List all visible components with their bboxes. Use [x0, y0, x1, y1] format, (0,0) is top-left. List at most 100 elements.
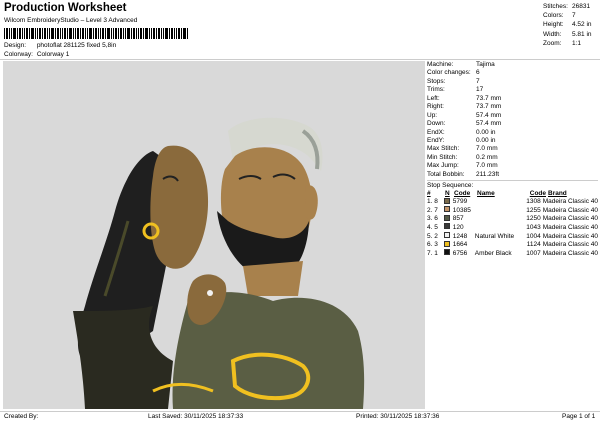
machine-value: Tajima	[476, 61, 495, 68]
machine-row: Max Stitch: 7.0 mm	[427, 145, 598, 153]
machine-value: 7	[476, 77, 480, 85]
colorway-label: Colorway:	[4, 51, 33, 58]
machine-row: Min Stitch: 0.2 mm	[427, 154, 598, 162]
thread-code: 10385	[452, 206, 471, 214]
colorway-row: Colorway: Colorway 1	[4, 51, 69, 58]
embroidery-artwork	[73, 117, 365, 409]
stitch-count: 1308	[526, 198, 541, 206]
machine-row: EndX: 0.00 in	[427, 129, 598, 137]
design-label: Design:	[4, 42, 27, 49]
stat-stitches: Stitches: 26831	[543, 2, 598, 11]
machine-row: Max Jump: 7.0 mm	[427, 162, 598, 170]
machine-label: Trims:	[427, 86, 445, 94]
machine-label: EndX:	[427, 128, 445, 136]
header-number: #	[427, 190, 431, 198]
stop-index: 3. 6	[427, 215, 438, 223]
stat-label: Zoom:	[543, 39, 562, 47]
machine-label: Stops:	[427, 77, 446, 85]
stitch-count: 1007	[526, 249, 541, 257]
stat-colors: Colors: 7	[543, 11, 598, 20]
man-ear	[305, 185, 318, 220]
woman-face	[150, 145, 209, 269]
machine-label: Min Stitch:	[427, 153, 458, 161]
worksheet-title: Production Worksheet	[4, 2, 127, 14]
machine-label: Total Bobbin:	[427, 170, 465, 178]
stitch-count: 1250	[526, 215, 541, 223]
machine-label: Max Jump:	[427, 162, 459, 170]
design-row: Design: photoflat 281125 fixed 5,8in	[4, 42, 116, 49]
machine-label: Down:	[427, 120, 446, 128]
stat-value: 4.52 in	[572, 21, 592, 29]
stop-sequence-rows: 1. 8 5799 1308 Madeira Classic 40 2. 7 10385 1…	[427, 197, 598, 259]
design-preview	[3, 61, 425, 409]
header-code-2: Code	[529, 190, 546, 198]
man-neck	[243, 261, 303, 296]
woman-top	[73, 306, 173, 409]
stat-zoom: Zoom: 1:1	[543, 39, 598, 48]
machine-value: 57.4 mm	[476, 111, 502, 119]
stop-index: 2. 7	[427, 206, 438, 214]
machine-row: Up: 57.4 mm	[427, 112, 598, 120]
thread-code: 857	[452, 215, 464, 223]
barcode	[4, 28, 188, 39]
thread-name: Natural White	[474, 232, 515, 240]
machine-label: EndY:	[427, 136, 445, 144]
thread-code: 1248	[452, 232, 468, 240]
stitch-count: 1255	[526, 206, 541, 214]
design-stats: Stitches: 26831 Colors: 7 Height: 4.52 in W…	[543, 2, 598, 48]
stitch-count: 1043	[526, 223, 541, 231]
machine-label: Left:	[427, 94, 440, 102]
ring	[207, 290, 213, 296]
machine-value: 7.0 mm	[476, 162, 498, 170]
stat-height: Height: 4.52 in	[543, 20, 598, 29]
machine-row: Right: 73.7 mm	[427, 103, 598, 111]
thread-brand: Madeira Classic 40	[542, 215, 598, 223]
machine-value: 7.0 mm	[476, 145, 498, 153]
machine-value: 17	[476, 86, 484, 94]
stat-label: Stitches:	[543, 3, 568, 10]
software-subtitle: Wilcom EmbroideryStudio – Level 3 Advanc…	[4, 17, 138, 24]
machine-row: EndY: 0.00 in	[427, 137, 598, 145]
machine-value: 0.00 in	[476, 128, 496, 136]
stat-value: 26831	[572, 3, 591, 10]
stat-label: Colors:	[543, 12, 564, 20]
printed-date: Printed: 30/11/2025 18:37:36	[356, 413, 440, 420]
stitch-count: 1124	[526, 241, 541, 249]
design-value: photoflat 281125 fixed 5,8in	[36, 42, 117, 49]
thread-code: 5799	[452, 198, 468, 206]
thread-brand: Madeira Classic 40	[542, 232, 598, 240]
machine-row: Color changes: 6	[427, 69, 598, 77]
header-divider	[0, 59, 600, 60]
thread-brand: Madeira Classic 40	[542, 198, 598, 206]
machine-label: Color changes:	[427, 69, 471, 77]
machine-row: Left: 73.7 mm	[427, 95, 598, 103]
last-saved: Last Saved: 30/11/2025 18:37:33	[148, 413, 244, 420]
stop-row: 7. 1 6756 Amber Black 1007 Madeira Classic 4…	[427, 249, 598, 259]
machine-value: 0.00 in	[476, 136, 496, 144]
header-brand: Brand	[548, 190, 567, 198]
thread-name: Amber Black	[474, 249, 512, 257]
thread-swatch	[444, 249, 453, 259]
thread-brand: Madeira Classic 40	[542, 206, 598, 214]
stat-value: 7	[572, 12, 576, 20]
header-name: Name	[477, 190, 495, 198]
machine-row: Total Bobbin: 211.23ft	[427, 171, 598, 179]
machine-row: Trims: 17	[427, 86, 598, 94]
thread-brand: Madeira Classic 40	[542, 241, 598, 249]
stop-index: 6. 3	[427, 241, 438, 249]
machine-info-panel: Machine: Tajima Color changes: 6 Stops: 7 T…	[427, 61, 598, 409]
colorway-value: Colorway 1	[36, 51, 70, 58]
machine-value: 57.4 mm	[476, 120, 502, 128]
stop-index: 5. 2	[427, 232, 438, 240]
footer-divider	[0, 411, 600, 412]
machine-row: Stops: 7	[427, 78, 598, 86]
stat-value: 1:1	[572, 39, 582, 47]
created-by: Created By:	[4, 413, 39, 420]
stop-sequence-title: Stop Sequence:	[427, 180, 598, 189]
thread-code: 1664	[452, 241, 468, 249]
stat-width: Width: 5.81 in	[543, 30, 598, 39]
machine-value: 211.23ft	[476, 170, 500, 178]
machine-label: Machine:	[427, 61, 454, 68]
machine-label: Right:	[427, 103, 444, 111]
stop-index: 1. 8	[427, 198, 438, 206]
